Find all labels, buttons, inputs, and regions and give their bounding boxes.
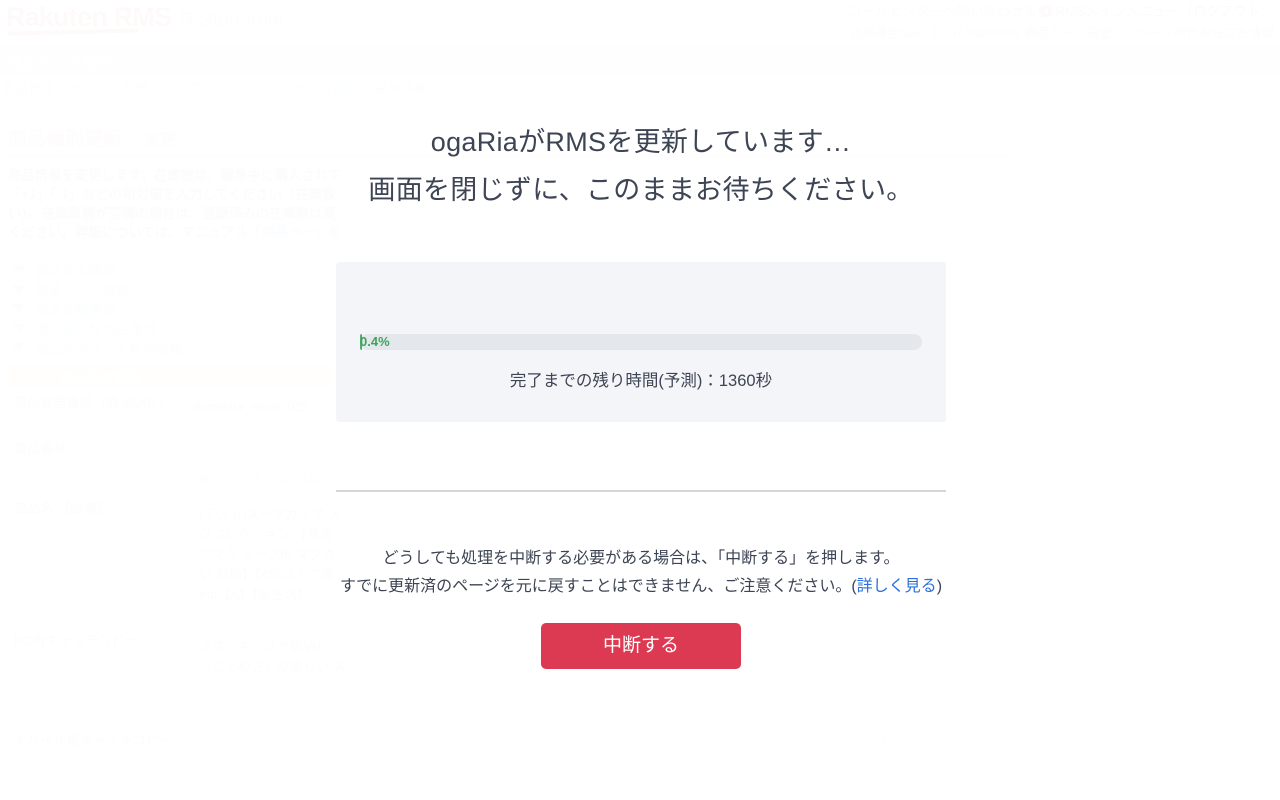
progress-percent-label: 0.4%	[360, 334, 390, 349]
updating-overlay: ogaRiaがRMSを更新しています… 画面を閉じずに、このままお待ちください。…	[0, 0, 1280, 800]
abort-button-container: 中断する	[336, 623, 946, 669]
abort-instructions: どうしても処理を中断する必要がある場合は、「中断する」を押します。 すでに更新済…	[336, 545, 946, 601]
estimated-time-remaining: 完了までの残り時間(予測)：1360秒	[509, 372, 773, 390]
abort-instruction-line-2: すでに更新済のページを元に戻すことはできません、ご注意ください。(詳しく見る)	[336, 573, 946, 601]
learn-more-link[interactable]: 詳しく見る	[857, 578, 937, 595]
overlay-title-line-1: ogaRiaがRMSを更新しています…	[430, 127, 852, 157]
abort-button[interactable]: 中断する	[541, 623, 741, 669]
abort-warning-text: すでに更新済のページを元に戻すことはできません、ご注意ください。	[339, 578, 852, 595]
section-divider	[336, 490, 946, 492]
progress-bar-track	[360, 334, 922, 350]
progress-panel: 0.4% 完了までの残り時間(予測)：1360秒	[336, 262, 946, 422]
paren-close: )	[936, 578, 943, 595]
overlay-content: ogaRiaがRMSを更新しています… 画面を閉じずに、このままお待ちください。…	[336, 0, 946, 669]
overlay-title-line-2: 画面を閉じずに、このままお待ちください。	[368, 175, 914, 205]
abort-instruction-line-1: どうしても処理を中断する必要がある場合は、「中断する」を押します。	[382, 550, 900, 567]
